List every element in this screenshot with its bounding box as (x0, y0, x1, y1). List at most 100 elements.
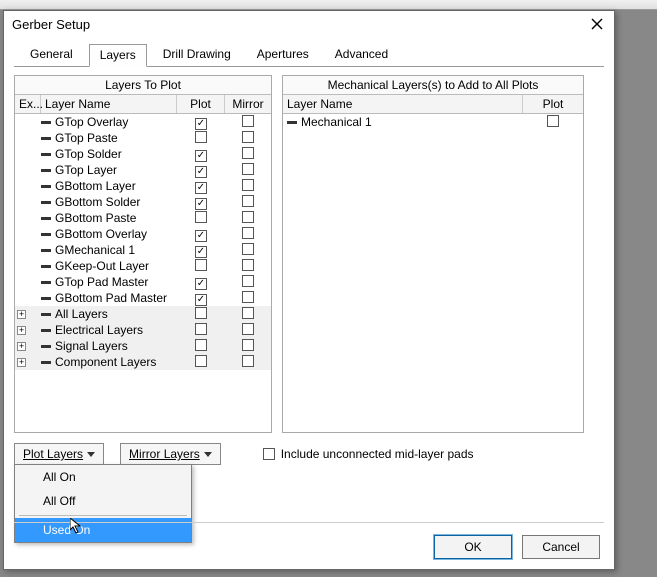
plot-checkbox[interactable] (195, 294, 207, 306)
tab-advanced[interactable]: Advanced (325, 44, 398, 67)
table-row[interactable]: GTop Paste (15, 130, 271, 146)
plot-checkbox[interactable] (195, 198, 207, 210)
plot-checkbox[interactable] (195, 339, 207, 351)
layer-name: GTop Solder (55, 147, 122, 161)
table-row[interactable]: GBottom Pad Master (15, 290, 271, 306)
layer-name: GBottom Pad Master (55, 291, 167, 305)
cancel-button[interactable]: Cancel (522, 535, 600, 559)
plot-checkbox[interactable] (195, 246, 207, 258)
panels: Layers To Plot Ex... Layer Name Plot Mir… (14, 75, 604, 433)
plot-checkbox[interactable] (195, 307, 207, 319)
layer-name: GBottom Solder (55, 195, 140, 209)
expand-icon[interactable]: + (17, 326, 26, 335)
table-row[interactable]: GKeep-Out Layer (15, 258, 271, 274)
plot-checkbox[interactable] (195, 323, 207, 335)
tab-apertures[interactable]: Apertures (247, 44, 319, 67)
group-row[interactable]: + All Layers (15, 306, 271, 322)
mirror-checkbox[interactable] (242, 179, 254, 191)
layer-name: GMechanical 1 (55, 243, 135, 257)
close-icon (591, 18, 603, 30)
layer-bar-icon (41, 345, 51, 348)
plot-checkbox[interactable] (195, 118, 207, 130)
layer-name: GTop Layer (55, 163, 117, 177)
table-row[interactable]: GMechanical 1 (15, 242, 271, 258)
layer-bar-icon (41, 201, 51, 204)
mirror-checkbox[interactable] (242, 259, 254, 271)
mirror-checkbox[interactable] (242, 355, 254, 367)
plot-checkbox[interactable] (547, 115, 559, 127)
mirror-checkbox[interactable] (242, 323, 254, 335)
plot-checkbox[interactable] (195, 150, 207, 162)
table-row[interactable]: GTop Solder (15, 146, 271, 162)
mirror-checkbox[interactable] (242, 307, 254, 319)
layer-name: GBottom Paste (55, 211, 136, 225)
table-row[interactable]: GTop Layer (15, 162, 271, 178)
plot-checkbox[interactable] (195, 230, 207, 242)
mirror-checkbox[interactable] (242, 275, 254, 287)
plot-layers-menu: All On All Off Used On (14, 464, 192, 543)
mirror-layers-label: Mirror Layers (129, 447, 200, 461)
footer: OK Cancel (434, 535, 600, 559)
tab-general[interactable]: General (20, 44, 83, 67)
titlebar: Gerber Setup (4, 11, 614, 37)
table-row[interactable]: Mechanical 1 (283, 114, 583, 130)
layer-bar-icon (41, 169, 51, 172)
group-row[interactable]: + Electrical Layers (15, 322, 271, 338)
chevron-down-icon (204, 452, 212, 457)
mirror-checkbox[interactable] (242, 291, 254, 303)
plot-checkbox[interactable] (195, 259, 207, 271)
ok-button[interactable]: OK (434, 535, 512, 559)
mirror-checkbox[interactable] (242, 115, 254, 127)
layer-bar-icon (41, 265, 51, 268)
include-midpads-checkbox[interactable] (263, 448, 275, 460)
header-ex[interactable]: Ex... (15, 95, 41, 113)
table-row[interactable]: GTop Overlay (15, 114, 271, 130)
layer-name: GTop Pad Master (55, 275, 148, 289)
mirror-checkbox[interactable] (242, 163, 254, 175)
mirror-checkbox[interactable] (242, 211, 254, 223)
plot-layers-dropdown[interactable]: Plot Layers (14, 443, 104, 465)
mechanical-layers-group: Mechanical Layers(s) to Add to All Plots… (282, 75, 584, 433)
include-midpads-option[interactable]: Include unconnected mid-layer pads (263, 447, 474, 461)
group-name: Electrical Layers (55, 323, 143, 337)
table-row[interactable]: GBottom Paste (15, 210, 271, 226)
mirror-checkbox[interactable] (242, 147, 254, 159)
mirror-checkbox[interactable] (242, 243, 254, 255)
tab-layers[interactable]: Layers (89, 44, 147, 67)
header-mirror[interactable]: Mirror (225, 95, 271, 113)
menu-all-off[interactable]: All Off (15, 489, 191, 513)
header-name[interactable]: Layer Name (41, 95, 177, 113)
table-row[interactable]: GBottom Layer (15, 178, 271, 194)
group-row[interactable]: +Signal Layers (15, 338, 271, 354)
table-row[interactable]: GBottom Overlay (15, 226, 271, 242)
expand-icon[interactable]: + (17, 310, 26, 319)
mech-header-plot[interactable]: Plot (523, 95, 583, 113)
expand-icon[interactable]: + (17, 342, 26, 351)
mech-header-name[interactable]: Layer Name (283, 95, 523, 113)
plot-checkbox[interactable] (195, 211, 207, 223)
mirror-checkbox[interactable] (242, 195, 254, 207)
close-button[interactable] (588, 15, 606, 33)
mirror-layers-dropdown[interactable]: Mirror Layers (120, 443, 221, 465)
table-row[interactable]: GTop Pad Master (15, 274, 271, 290)
layer-bar-icon (41, 137, 51, 140)
plot-checkbox[interactable] (195, 355, 207, 367)
table-row[interactable]: GBottom Solder (15, 194, 271, 210)
plot-checkbox[interactable] (195, 131, 207, 143)
layers-rows: GTop OverlayGTop PasteGTop Solder GTop La… (15, 114, 271, 432)
mirror-checkbox[interactable] (242, 227, 254, 239)
plot-checkbox[interactable] (195, 182, 207, 194)
menu-all-on[interactable]: All On (15, 465, 191, 489)
group-name: Component Layers (55, 355, 156, 369)
header-plot[interactable]: Plot (177, 95, 225, 113)
mirror-checkbox[interactable] (242, 339, 254, 351)
mirror-checkbox[interactable] (242, 131, 254, 143)
group-row[interactable]: + Component Layers (15, 354, 271, 370)
plot-checkbox[interactable] (195, 278, 207, 290)
layer-bar-icon (41, 281, 51, 284)
expand-icon[interactable]: + (17, 358, 26, 367)
layer-bar-icon (287, 121, 297, 124)
plot-checkbox[interactable] (195, 166, 207, 178)
group-name: All Layers (55, 307, 108, 321)
tab-drill-drawing[interactable]: Drill Drawing (153, 44, 241, 67)
